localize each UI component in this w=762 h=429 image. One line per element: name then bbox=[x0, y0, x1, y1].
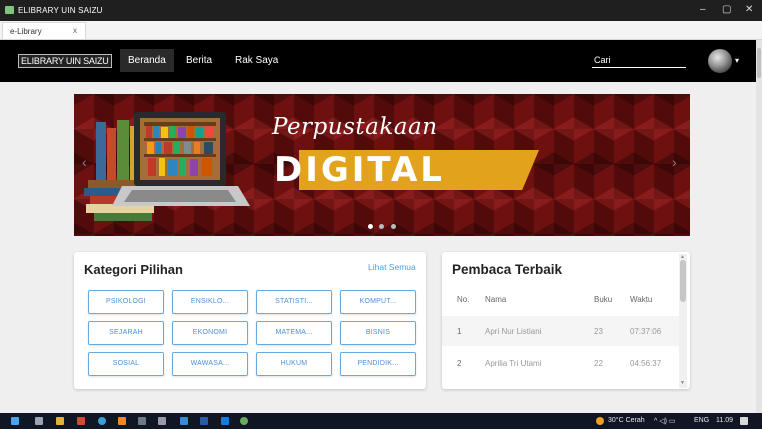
category-button[interactable]: PENDIDIK... bbox=[340, 352, 416, 376]
category-button[interactable]: MATEMA... bbox=[256, 321, 332, 345]
carousel-indicators bbox=[368, 216, 398, 234]
notification-icon[interactable] bbox=[740, 417, 748, 425]
chevron-down-icon[interactable]: ▾ bbox=[735, 56, 739, 65]
close-window-button[interactable]: ✕ bbox=[745, 4, 753, 15]
row-no: 1 bbox=[457, 327, 462, 336]
header-waktu: Waktu bbox=[630, 295, 653, 304]
browser-tab-label: e-Library bbox=[10, 27, 42, 36]
category-button[interactable]: STATISTI... bbox=[256, 290, 332, 314]
app-icon[interactable] bbox=[77, 417, 85, 425]
header-no: No. bbox=[457, 295, 470, 304]
banner-script-text: Perpustakaan bbox=[272, 114, 438, 140]
window-title: ELIBRARY UIN SAIZU bbox=[18, 6, 103, 15]
search-input[interactable] bbox=[592, 53, 686, 68]
category-button[interactable]: BISNIS bbox=[340, 321, 416, 345]
row-no: 2 bbox=[457, 359, 462, 368]
header-buku: Buku bbox=[594, 295, 613, 304]
header-nama: Nama bbox=[485, 295, 507, 304]
tab-close-icon[interactable]: x bbox=[73, 26, 77, 35]
app-icon[interactable] bbox=[138, 417, 146, 425]
window-titlebar: ELIBRARY UIN SAIZU – ▢ ✕ bbox=[0, 0, 762, 21]
pembaca-card: Pembaca Terbaik No. Nama Buku Waktu 1 Ap… bbox=[442, 252, 690, 389]
page-scrollbar-thumb[interactable] bbox=[757, 48, 761, 78]
scroll-down-icon[interactable]: ▼ bbox=[680, 380, 685, 386]
banner-carousel[interactable]: Perpustakaan DIGITAL ‹ › bbox=[74, 94, 690, 236]
app-icon[interactable] bbox=[118, 417, 126, 425]
category-button[interactable]: KOMPUT... bbox=[340, 290, 416, 314]
row-waktu: 04:56:37 bbox=[630, 359, 662, 368]
app-icon[interactable] bbox=[200, 417, 208, 425]
carousel-dot[interactable] bbox=[390, 224, 396, 229]
nav-link-berita[interactable]: Berita bbox=[186, 55, 212, 66]
kategori-title: Kategori Pilihan bbox=[84, 262, 183, 277]
file-explorer-icon[interactable] bbox=[56, 417, 64, 425]
page-scrollbar[interactable] bbox=[756, 40, 762, 413]
brand-logo[interactable]: ELIBRARY UIN SAIZU bbox=[18, 54, 112, 68]
maximize-button[interactable]: ▢ bbox=[722, 4, 731, 15]
nav-link-beranda[interactable]: Beranda bbox=[120, 49, 174, 72]
carousel-dot[interactable] bbox=[368, 224, 373, 229]
scrollbar-thumb[interactable] bbox=[680, 260, 686, 302]
clock[interactable]: 11.09 bbox=[716, 417, 733, 424]
carousel-next-icon[interactable]: › bbox=[672, 154, 677, 170]
table-header-row: No. Nama Buku Waktu bbox=[442, 284, 680, 314]
carousel-prev-icon[interactable]: ‹ bbox=[82, 154, 87, 170]
category-button[interactable]: HUKUM bbox=[256, 352, 332, 376]
app-icon[interactable] bbox=[221, 417, 229, 425]
browser-tab[interactable]: e-Library x bbox=[2, 22, 86, 39]
card-scrollbar[interactable]: ▲ ▼ bbox=[679, 254, 687, 388]
banner-title: DIGITAL bbox=[274, 150, 445, 190]
row-buku: 22 bbox=[594, 359, 603, 368]
user-avatar[interactable] bbox=[708, 49, 732, 73]
books-laptop-illustration bbox=[84, 112, 250, 221]
app-icon[interactable] bbox=[240, 417, 248, 425]
nav-link-rak-saya[interactable]: Rak Saya bbox=[235, 55, 278, 66]
tab-strip: e-Library x bbox=[0, 21, 762, 40]
table-row[interactable]: 2 Aprilia Tri Utami 22 04:56:37 bbox=[442, 348, 680, 378]
browser-icon[interactable] bbox=[98, 417, 106, 425]
row-waktu: 07:37:06 bbox=[630, 327, 662, 336]
kategori-card: Kategori Pilihan Lihat Semua PSIKOLOGI E… bbox=[74, 252, 426, 389]
weather-text[interactable]: 30°C Cerah bbox=[608, 417, 645, 424]
tray-icons[interactable]: ^ ◁) ▭ bbox=[654, 417, 676, 425]
pembaca-title: Pembaca Terbaik bbox=[452, 262, 563, 277]
app-icon[interactable] bbox=[158, 417, 166, 425]
app-icon bbox=[5, 6, 14, 14]
category-button[interactable]: ENSIKLO... bbox=[172, 290, 248, 314]
table-row[interactable]: 1 Apri Nur Listiani 23 07:37:06 bbox=[442, 316, 680, 346]
category-button[interactable]: PSIKOLOGI bbox=[88, 290, 164, 314]
app-icon[interactable] bbox=[180, 417, 188, 425]
category-button[interactable]: EKONOMI bbox=[172, 321, 248, 345]
weather-icon bbox=[596, 417, 604, 425]
category-button[interactable]: SOSIAL bbox=[88, 352, 164, 376]
language-indicator[interactable]: ENG bbox=[694, 417, 709, 424]
category-button[interactable]: SEJARAH bbox=[88, 321, 164, 345]
row-nama: Aprilia Tri Utami bbox=[485, 359, 542, 368]
category-button[interactable]: WAWASA... bbox=[172, 352, 248, 376]
minimize-button[interactable]: – bbox=[700, 4, 706, 15]
see-all-link[interactable]: Lihat Semua bbox=[368, 262, 416, 272]
row-buku: 23 bbox=[594, 327, 603, 336]
carousel-dot[interactable] bbox=[379, 224, 385, 229]
row-nama: Apri Nur Listiani bbox=[485, 327, 542, 336]
task-view-icon[interactable] bbox=[35, 417, 43, 425]
os-taskbar: 30°C Cerah ^ ◁) ▭ ENG 11.09 bbox=[0, 413, 762, 429]
start-icon[interactable] bbox=[11, 417, 19, 425]
